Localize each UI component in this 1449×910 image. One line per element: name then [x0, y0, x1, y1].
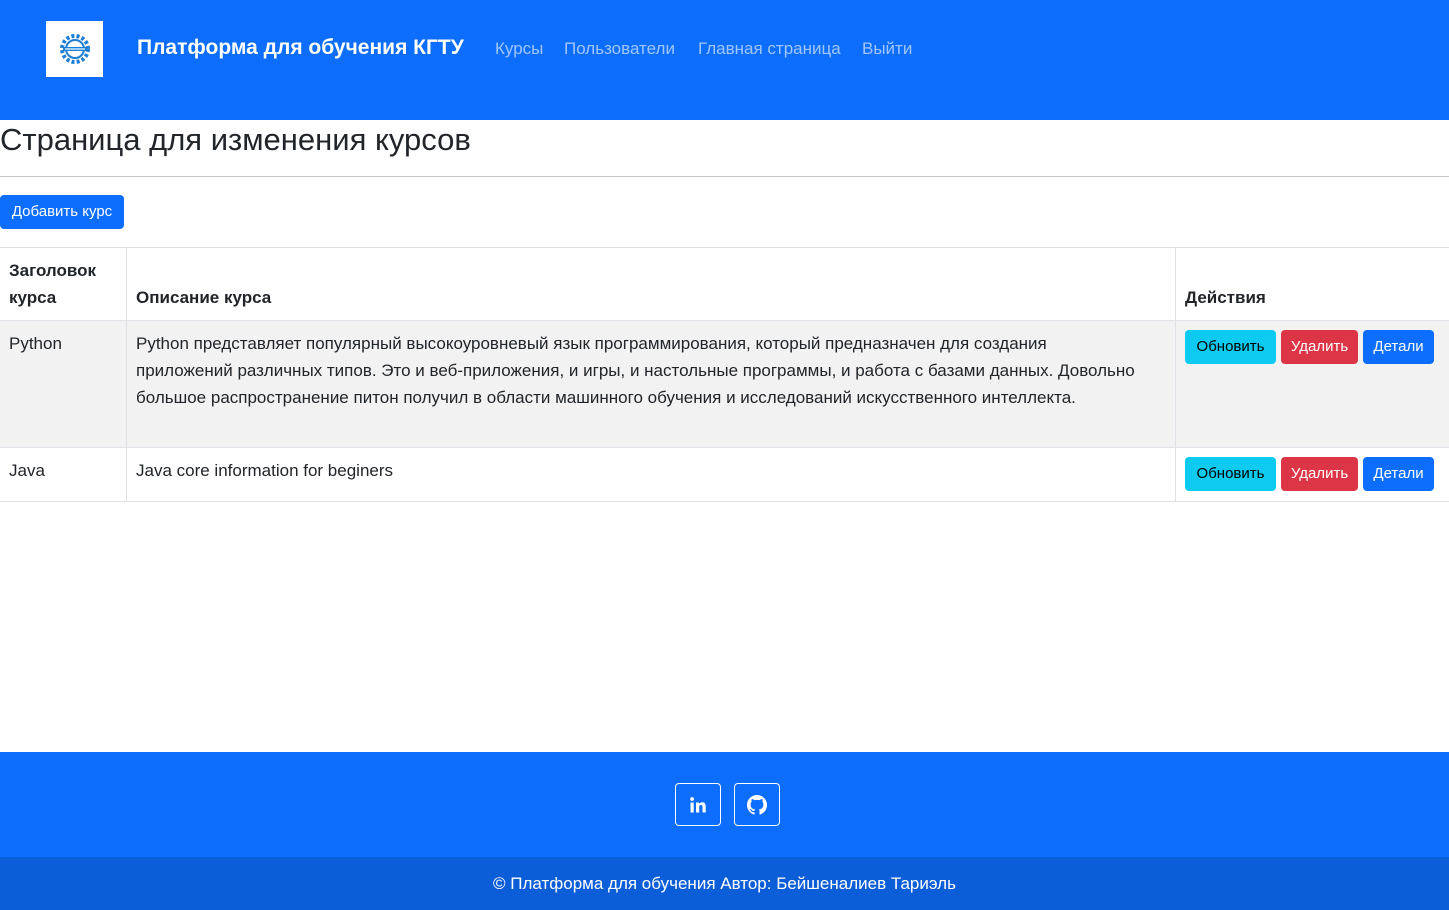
footer	[0, 752, 1449, 857]
add-course-button[interactable]: Добавить курс	[0, 195, 124, 229]
table-border	[0, 247, 1449, 248]
linkedin-icon	[690, 796, 706, 812]
navbar: Платформа для обучения КГТУ Курсы Пользо…	[0, 0, 1449, 120]
nav-link-users[interactable]: Пользователи	[564, 37, 675, 61]
course-title-cell: Java	[9, 461, 45, 480]
course-description-cell: Java core information for beginers	[136, 461, 394, 480]
header-actions: Действия	[1185, 288, 1266, 307]
header-course-description: Описание курса	[136, 288, 272, 307]
gear-logo-icon	[59, 34, 90, 64]
copyright: © Платформа для обучения Автор: Бейшенал…	[0, 857, 1449, 910]
table-border	[0, 320, 1449, 321]
divider	[0, 176, 1449, 177]
details-button[interactable]: Детали	[1363, 330, 1434, 364]
delete-button[interactable]: Удалить	[1281, 330, 1358, 364]
github-icon	[747, 794, 767, 815]
page-title: Страница для изменения курсов	[0, 122, 471, 157]
linkedin-button[interactable]	[675, 783, 721, 826]
table-border	[126, 247, 127, 502]
course-title-cell: Python	[9, 334, 62, 353]
header-course-title: Заголовок курса	[9, 261, 97, 307]
github-button[interactable]	[734, 783, 780, 826]
table-border	[0, 447, 1449, 448]
site-logo[interactable]	[46, 21, 103, 77]
nav-link-courses[interactable]: Курсы	[495, 37, 543, 61]
delete-button[interactable]: Удалить	[1281, 457, 1358, 491]
table-border	[0, 501, 1449, 502]
course-description-cell: Python представляет популярный высокоуро…	[136, 334, 1135, 407]
brand-title[interactable]: Платформа для обучения КГТУ	[137, 34, 464, 62]
nav-link-logout[interactable]: Выйти	[862, 37, 912, 61]
details-button[interactable]: Детали	[1363, 457, 1434, 491]
update-button[interactable]: Обновить	[1185, 457, 1276, 491]
update-button[interactable]: Обновить	[1185, 330, 1276, 364]
nav-link-home[interactable]: Главная страница	[698, 37, 841, 61]
table-border	[1175, 247, 1176, 502]
